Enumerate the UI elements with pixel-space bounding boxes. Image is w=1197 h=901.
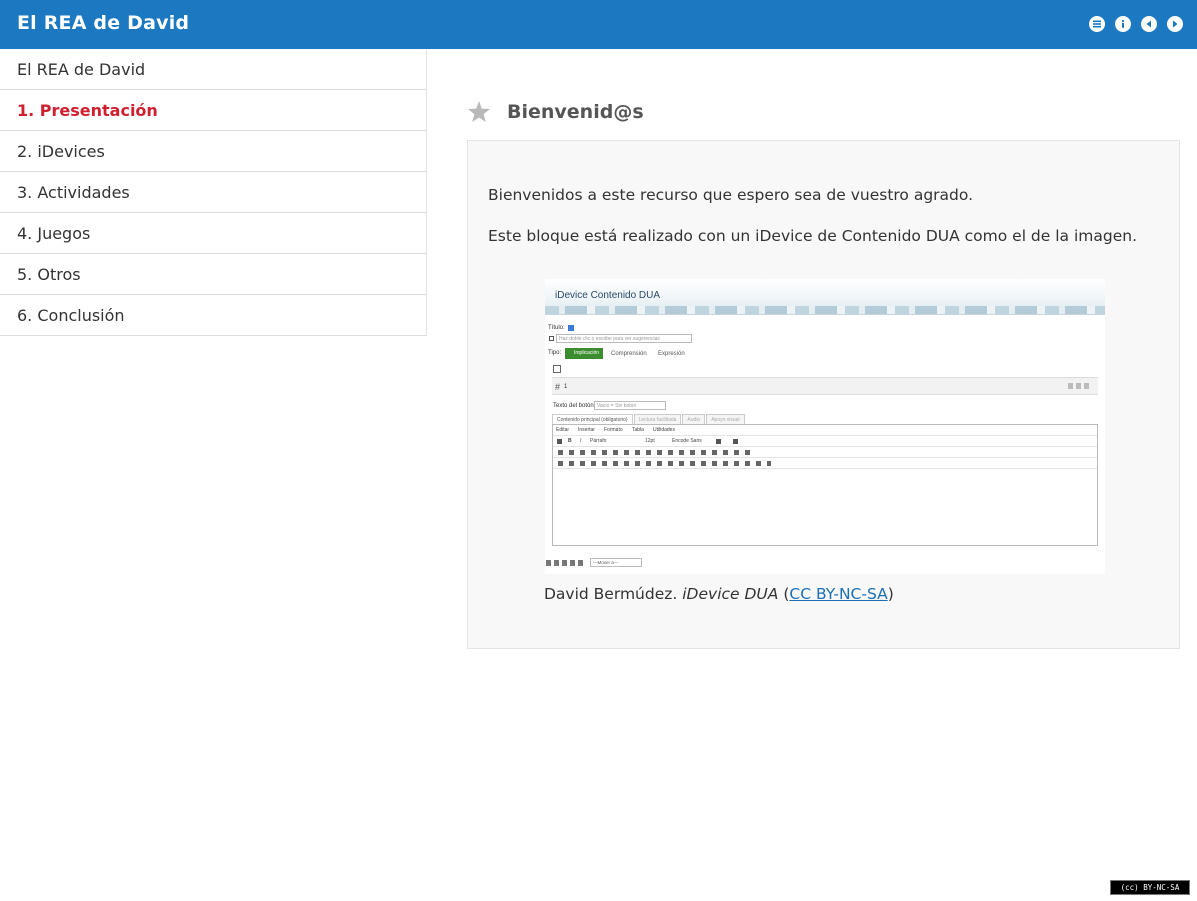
screenshot-tool-bold: B [568, 438, 572, 444]
screenshot-banner-title: iDevice Contenido DUA [555, 290, 661, 301]
screenshot-menu-utilidades: Utilidades [653, 427, 675, 433]
screenshot-expand-icon [553, 365, 561, 373]
screenshot-toolbar-row-3 [553, 458, 1097, 469]
screenshot-type-expresion: Expresión [658, 351, 685, 357]
site-title: El REA de David [17, 12, 190, 34]
screenshot-tool [557, 439, 562, 444]
screenshot-tab-main: Contenido principal (obligatorio) [552, 414, 633, 424]
screenshot-tab-audio: Audio [682, 414, 706, 424]
top-toolbar [1089, 16, 1183, 32]
previous-icon[interactable] [1141, 16, 1157, 32]
screenshot-hash-icon: # [555, 382, 561, 392]
screenshot-button-text-input: Vacío = Sin botón [594, 401, 666, 410]
screenshot-editor: Editar Insertar Formato Tabla Utilidades… [552, 424, 1098, 546]
screenshot-button-text-label: Texto del botón: [553, 403, 596, 409]
screenshot-type-implicacion: Implicación [565, 348, 603, 359]
description-paragraph: Este bloque está realizado con un iDevic… [488, 227, 1137, 245]
info-icon[interactable] [1115, 16, 1131, 32]
nav-item-home[interactable]: El REA de David [0, 49, 426, 90]
screenshot-tabs: Contenido principal (obligatorio) Lectur… [552, 414, 746, 424]
license-badge-text: (cc) BY-NC-SA [1120, 883, 1180, 892]
screenshot-format-select: Párrafo [590, 438, 607, 444]
screenshot-toolbar-row-1: B I Párrafo 12pt Encode Sans [553, 436, 1097, 447]
page-header: Bienvenid@s [467, 97, 644, 127]
screenshot-edit-icon [549, 336, 554, 341]
idevice-block: Bienvenidos a este recurso que espero se… [467, 140, 1180, 649]
intro-paragraph: Bienvenidos a este recurso que espero se… [488, 186, 974, 204]
screenshot-help-icon [568, 325, 574, 331]
menu-icon[interactable] [1089, 16, 1105, 32]
screenshot-type-label: Tipo: [548, 350, 562, 356]
idevice-editor-screenshot: iDevice Contenido DUA Título: Haz doble … [545, 279, 1105, 574]
license-badge[interactable]: (cc) BY-NC-SA [1110, 880, 1190, 895]
screenshot-move-select: ---Mover a--- [590, 558, 642, 567]
screenshot-type-comprension: Comprensión [611, 351, 647, 357]
screenshot-block-controls [1068, 383, 1090, 389]
screenshot-size-select: 12pt [645, 438, 655, 444]
screenshot-menu-insertar: Insertar [578, 427, 595, 433]
screenshot-toolbar-row-2 [553, 447, 1097, 458]
screenshot-tab-lectura: Lectura facilitada [633, 414, 682, 424]
nav-item-actividades[interactable]: 3. Actividades [0, 172, 426, 213]
screenshot-tab-apoyo: Apoyo visual [706, 414, 745, 424]
screenshot-menu-tabla: Tabla [632, 427, 644, 433]
screenshot-font-select: Encode Sans [672, 438, 702, 444]
screenshot-tool [716, 439, 721, 444]
screenshot-title-label: Título: [548, 325, 565, 331]
screenshot-block-number: 1 [564, 384, 568, 390]
caption-work-title: iDevice DUA [682, 585, 779, 603]
top-bar: El REA de David [0, 0, 1197, 49]
sidebar-nav: El REA de David 1. Presentación 2. iDevi… [0, 49, 427, 336]
screenshot-banner: iDevice Contenido DUA [545, 279, 1105, 315]
screenshot-tool-italic: I [580, 438, 582, 444]
nav-item-juegos[interactable]: 4. Juegos [0, 213, 426, 254]
screenshot-menubar: Editar Insertar Formato Tabla Utilidades [553, 425, 1097, 436]
caption-author: David Bermúdez. [544, 585, 678, 603]
screenshot-bottom-controls [546, 560, 584, 566]
figure-caption: David Bermúdez. iDevice DUA (CC BY-NC-SA… [544, 585, 894, 603]
screenshot-tool [733, 439, 738, 444]
caption-license-link[interactable]: CC BY-NC-SA [789, 585, 887, 603]
star-icon [468, 101, 490, 122]
screenshot-title-input: Haz doble clic o escribe para ver sugere… [556, 334, 692, 343]
nav-item-conclusion[interactable]: 6. Conclusión [0, 295, 426, 336]
page-title: Bienvenid@s [507, 101, 644, 123]
banner-decoration [545, 306, 1105, 314]
screenshot-menu-editar: Editar [556, 427, 570, 433]
nav-item-idevices[interactable]: 2. iDevices [0, 131, 426, 172]
nav-item-presentacion[interactable]: 1. Presentación [0, 90, 426, 131]
screenshot-menu-formato: Formato [604, 427, 623, 433]
screenshot-block-header: # 1 [552, 377, 1098, 395]
next-icon[interactable] [1167, 16, 1183, 32]
nav-item-otros[interactable]: 5. Otros [0, 254, 426, 295]
idevice-screenshot-figure: iDevice Contenido DUA Título: Haz doble … [545, 279, 1105, 574]
